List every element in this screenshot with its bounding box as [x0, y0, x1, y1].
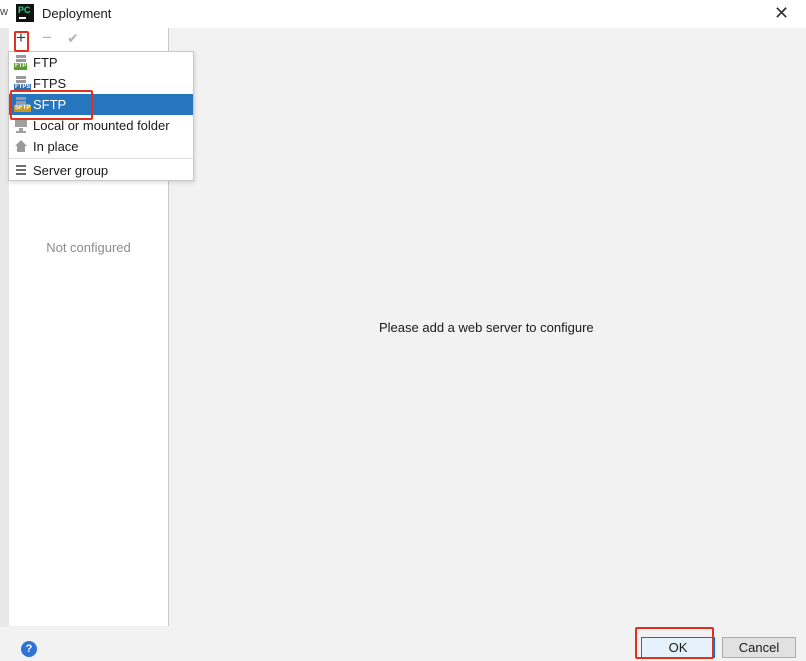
menu-item-ftps[interactable]: FTPS FTPS — [9, 73, 193, 94]
help-icon[interactable]: ? — [21, 641, 37, 657]
monitor-icon — [14, 118, 28, 133]
add-server-menu: FTP FTP FTPS FTPS SFTP SFTP Local or mou… — [8, 51, 194, 181]
sftp-tag: SFTP — [14, 105, 32, 112]
cancel-button[interactable]: Cancel — [722, 637, 796, 658]
menu-item-label: SFTP — [33, 97, 67, 112]
ftps-tag: FTPS — [14, 84, 32, 91]
menu-separator — [9, 158, 193, 159]
title-bar: PC Deployment ✕ — [0, 0, 806, 28]
menu-item-label: FTP — [33, 55, 58, 70]
server-list-toolbar: + − ✔ — [9, 28, 168, 50]
menu-item-sftp[interactable]: SFTP SFTP — [9, 94, 193, 115]
set-default-button[interactable]: ✔ — [65, 29, 81, 47]
empty-config-message: Please add a web server to configure — [379, 320, 594, 335]
ftps-server-icon: FTPS — [14, 76, 32, 91]
menu-item-in-place[interactable]: In place — [9, 136, 193, 157]
house-icon — [14, 139, 28, 154]
add-server-button[interactable]: + — [13, 29, 29, 47]
ftp-server-icon: FTP — [14, 55, 28, 70]
close-icon[interactable]: ✕ — [774, 3, 789, 23]
pycharm-app-icon: PC — [16, 4, 34, 22]
window-title: Deployment — [42, 6, 112, 21]
background-window-char: w — [0, 6, 8, 18]
remove-server-button[interactable]: − — [39, 29, 55, 47]
ok-button[interactable]: OK — [641, 637, 715, 658]
ftp-tag: FTP — [14, 63, 28, 70]
menu-item-server-group[interactable]: Server group — [9, 160, 193, 181]
menu-item-label: Local or mounted folder — [33, 118, 170, 133]
menu-item-local-folder[interactable]: Local or mounted folder — [9, 115, 193, 136]
menu-item-label: In place — [33, 139, 79, 154]
menu-item-label: Server group — [33, 163, 109, 178]
menu-item-ftp[interactable]: FTP FTP — [9, 52, 193, 73]
app-icon-bar — [19, 17, 26, 19]
app-icon-text: PC — [18, 5, 31, 15]
empty-list-text: Not configured — [46, 240, 131, 255]
menu-item-label: FTPS — [33, 76, 67, 91]
server-group-icon — [14, 163, 28, 178]
sftp-server-icon: SFTP — [14, 97, 32, 112]
